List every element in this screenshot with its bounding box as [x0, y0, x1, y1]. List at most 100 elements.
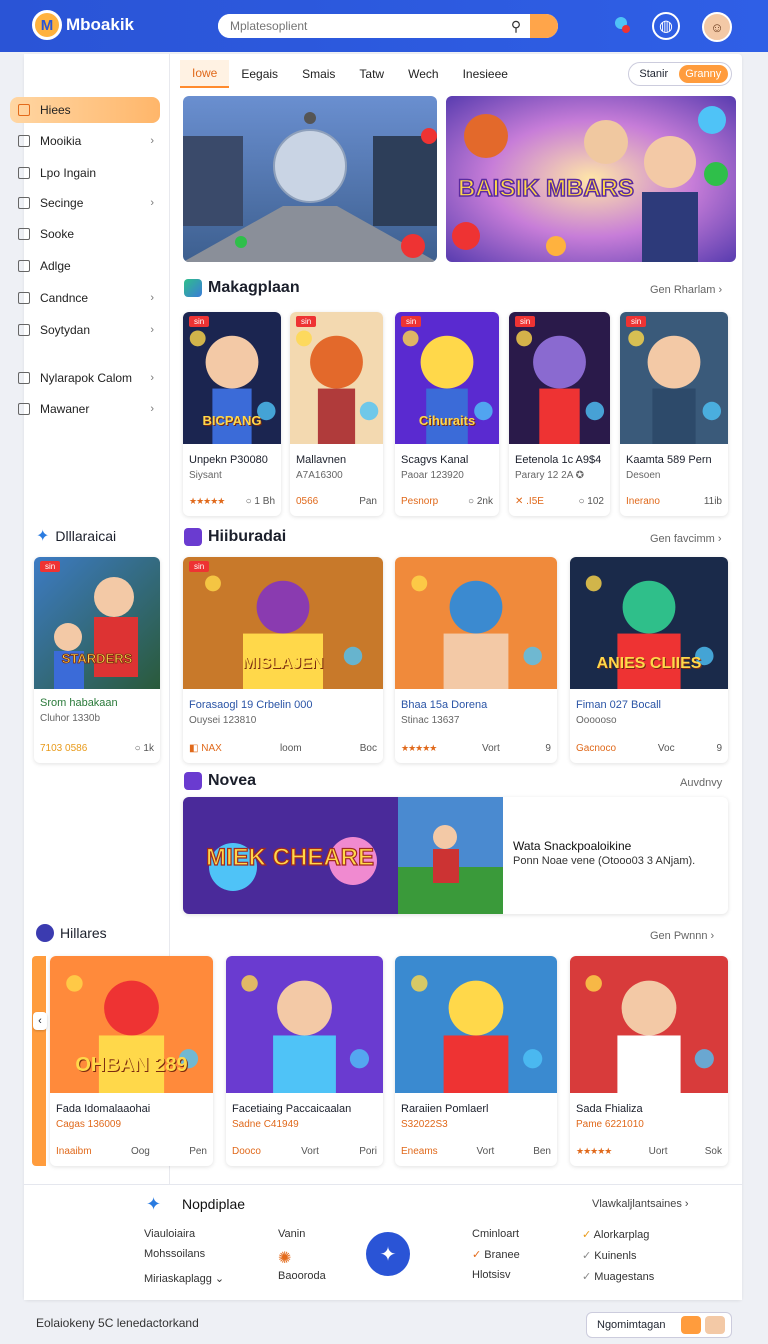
sidebar-item-icon	[18, 260, 30, 272]
sec2-card-meta-2: Voc	[657, 743, 675, 754]
toggle-on[interactable]: Granny	[678, 65, 728, 83]
sidebar-item-8[interactable]: Nylarapok Calom ›	[10, 365, 160, 391]
sidebar-item-label: Nylarapok Calom	[40, 371, 133, 385]
footer-c1-3[interactable]: Miriaskaplagg ⌄	[144, 1272, 224, 1285]
toggle-off[interactable]: Stanir	[629, 68, 679, 80]
sec2-card-art: MISLAJEN sin	[183, 557, 383, 689]
sec1-card-art: sin	[290, 312, 383, 444]
sidebar-item-6[interactable]: Candnce ›	[10, 285, 160, 311]
tab-4[interactable]: Tatw	[347, 60, 396, 88]
sec4-card-0[interactable]: OHBAN 289 Fada Idomalaaohai Cagas 136009 In…	[50, 956, 213, 1166]
sec1-card-sub: Desoen	[626, 470, 661, 481]
carousel-prev-button[interactable]: ‹	[33, 1012, 47, 1030]
bottom-pill[interactable]: Ngomimtagan	[586, 1312, 732, 1338]
user-avatar[interactable]: ☺	[702, 12, 732, 42]
sec4-card-sub: Pame 6221010	[576, 1119, 644, 1130]
sec1-card-art-text: Cihuraits	[418, 413, 476, 429]
sec2-card-title: Bhaa 15a Dorena	[401, 699, 488, 711]
sidebar-item-3[interactable]: Secinge ›	[10, 190, 160, 216]
section-4-icon	[36, 924, 54, 942]
sec2-card-meta-3: 9	[716, 743, 722, 754]
sec4-card-2[interactable]: Raraiien Pomlaerl S32022S3 Eneams Vort Ben	[395, 956, 557, 1166]
footer-c1-2[interactable]: Mohssoilans	[144, 1248, 224, 1260]
footer-c4-1[interactable]: ✓ Alorkarplag	[582, 1228, 654, 1241]
sidebar-item-1[interactable]: Mooikia ›	[10, 128, 160, 154]
footer-logo-icon[interactable]: ✦	[366, 1232, 410, 1276]
sec4-card-meta-2: Vort	[301, 1146, 319, 1157]
sidebar-item-label: Hiees	[40, 103, 71, 117]
search-input[interactable]	[218, 14, 502, 38]
sec1-card-4[interactable]: sin Kaamta 589 Pern Desoen Inerano 11ib	[620, 312, 728, 516]
sec2-card-1[interactable]: Bhaa 15a Dorena Stinac 13637 ★★★★★ Vort 9	[395, 557, 557, 763]
sec4-card-title: Facetiaing Paccaicaalan	[232, 1103, 352, 1115]
section-3-see-all[interactable]: Auvdnvy	[680, 777, 722, 789]
section-4-see-all[interactable]: Gen Pwnnn ›	[650, 930, 714, 942]
footer-c3-3[interactable]: Hlotsisv	[472, 1269, 520, 1281]
bottom-avatar[interactable]	[705, 1316, 725, 1334]
chevron-right-icon: ›	[150, 197, 154, 209]
sec1-card-sub: Siysant	[189, 470, 222, 481]
sec1-card-0[interactable]: BICPANG sin Unpekn P30080 Siysant ★★★★★ ○ 1 B…	[183, 312, 281, 516]
footer-c3-2[interactable]: ✓ Branee	[472, 1248, 520, 1261]
sidebar-item-9[interactable]: Mawaner ›	[10, 396, 160, 422]
footer-c2-1[interactable]: Vanin	[278, 1228, 326, 1240]
sidebar-item-icon	[18, 104, 30, 116]
app-logo[interactable]: M Mboakik	[32, 10, 134, 40]
sidebar-item-2[interactable]: Lpo Ingain	[10, 160, 160, 186]
side-promo-heading: Dlllaraicai	[55, 528, 117, 544]
sec2-card-meta-3: Boc	[359, 743, 377, 754]
sidebar-item-5[interactable]: Adlge	[10, 253, 160, 279]
search-button[interactable]	[530, 14, 558, 38]
footer-c4-2[interactable]: ✓ Kuinenls	[582, 1249, 654, 1262]
sec1-card-sub: Paoar 123920	[401, 470, 464, 481]
sec2-card-meta-2: Vort	[481, 743, 500, 754]
sidebar-item-0[interactable]: Hiees	[10, 97, 160, 123]
tab-2[interactable]: Eegais	[229, 60, 290, 88]
sec2-card-0[interactable]: MISLAJEN sin Forasaogl 19 Crbelin 000 Ouyse…	[183, 557, 383, 763]
search-icon[interactable]: ⚲	[502, 14, 530, 38]
sidebar-item-4[interactable]: Sooke	[10, 221, 160, 247]
bottom-pill-button[interactable]	[681, 1316, 701, 1334]
footer-c2-2[interactable]: Baooroda	[278, 1270, 326, 1282]
sec4-card-3[interactable]: Sada Fhializa Pame 6221010 ★★★★★ Uort Sok	[570, 956, 728, 1166]
sidebar-item-icon	[18, 135, 30, 147]
chat-icon[interactable]: ◍	[652, 12, 680, 40]
footer-brand: Nopdiplae	[182, 1196, 246, 1212]
sec1-card-1[interactable]: sin Mallavnen A7A16300 0566 Pan	[290, 312, 383, 516]
sec2-card-meta-2: loom	[279, 743, 302, 754]
tab-home[interactable]: Iowe	[180, 60, 230, 88]
chevron-right-icon: ›	[150, 324, 154, 336]
side-promo-count: ○ 1k	[134, 743, 154, 754]
balloon-icon[interactable]	[608, 12, 636, 40]
footer-c4-3[interactable]: ✓ Muagestans	[582, 1270, 654, 1283]
sec1-card-title: Eetenola 1c A9$4	[515, 454, 602, 466]
sec2-card-sub: Stinac 13637	[401, 715, 460, 726]
sec4-card-meta-3: Ben	[533, 1146, 551, 1157]
sec1-card-meta-2: 11ib	[703, 496, 722, 507]
side-promo-card[interactable]: STARDERS sin Srom habakaan Cluhor 1330b …	[34, 557, 160, 763]
sidebar-item-7[interactable]: Soytydan ›	[10, 317, 160, 343]
footer-c1-1[interactable]: Viauloiaira	[144, 1228, 224, 1240]
sec1-card-2[interactable]: Cihuraits sin Scagvs Kanal Paoar 123920 Pesn…	[395, 312, 499, 516]
sec2-card-2[interactable]: ANIES CLIIES Fiman 027 Bocall Oooooso Gacno…	[570, 557, 728, 763]
hot-badge: sin	[401, 316, 422, 327]
footer-link[interactable]: Vlawkaljlantsaines ›	[592, 1198, 689, 1210]
tab-6[interactable]: Inesieee	[451, 60, 520, 88]
sec4-card-sub: Cagas 136009	[56, 1119, 122, 1130]
feature-card[interactable]: MIEK CHEARE Wata Snackpoaloikine Ponn No…	[183, 797, 728, 914]
section-2-see-all[interactable]: Gen favcimm ›	[650, 533, 722, 545]
sec4-card-sub: S32022S3	[401, 1119, 448, 1130]
sec1-card-3[interactable]: sin Eetenola 1c A9$4 Parary 12 2A ✪ ✕ .I5E ○…	[509, 312, 610, 516]
footer-c3-1[interactable]: Cminloart	[472, 1228, 520, 1240]
tab-5[interactable]: Wech	[396, 60, 450, 88]
sec1-card-meta-2: ○ 1 Bh	[245, 496, 275, 507]
hero-banner-2[interactable]: BAISIK MBARS	[446, 96, 736, 262]
tab-3[interactable]: Smais	[290, 60, 347, 88]
feature-art-text: MIEK CHEARE	[206, 844, 374, 871]
sec2-card-sub: Ouysei 123810	[189, 715, 257, 726]
sec4-card-1[interactable]: Facetiaing Paccaicaalan Sadne C41949 Dooco…	[226, 956, 383, 1166]
search-bar[interactable]: ⚲	[218, 14, 558, 38]
view-toggle[interactable]: Stanir Granny	[628, 62, 732, 86]
hero-banner-1[interactable]	[183, 96, 437, 262]
section-1-see-all[interactable]: Gen Rharlam ›	[650, 284, 722, 296]
